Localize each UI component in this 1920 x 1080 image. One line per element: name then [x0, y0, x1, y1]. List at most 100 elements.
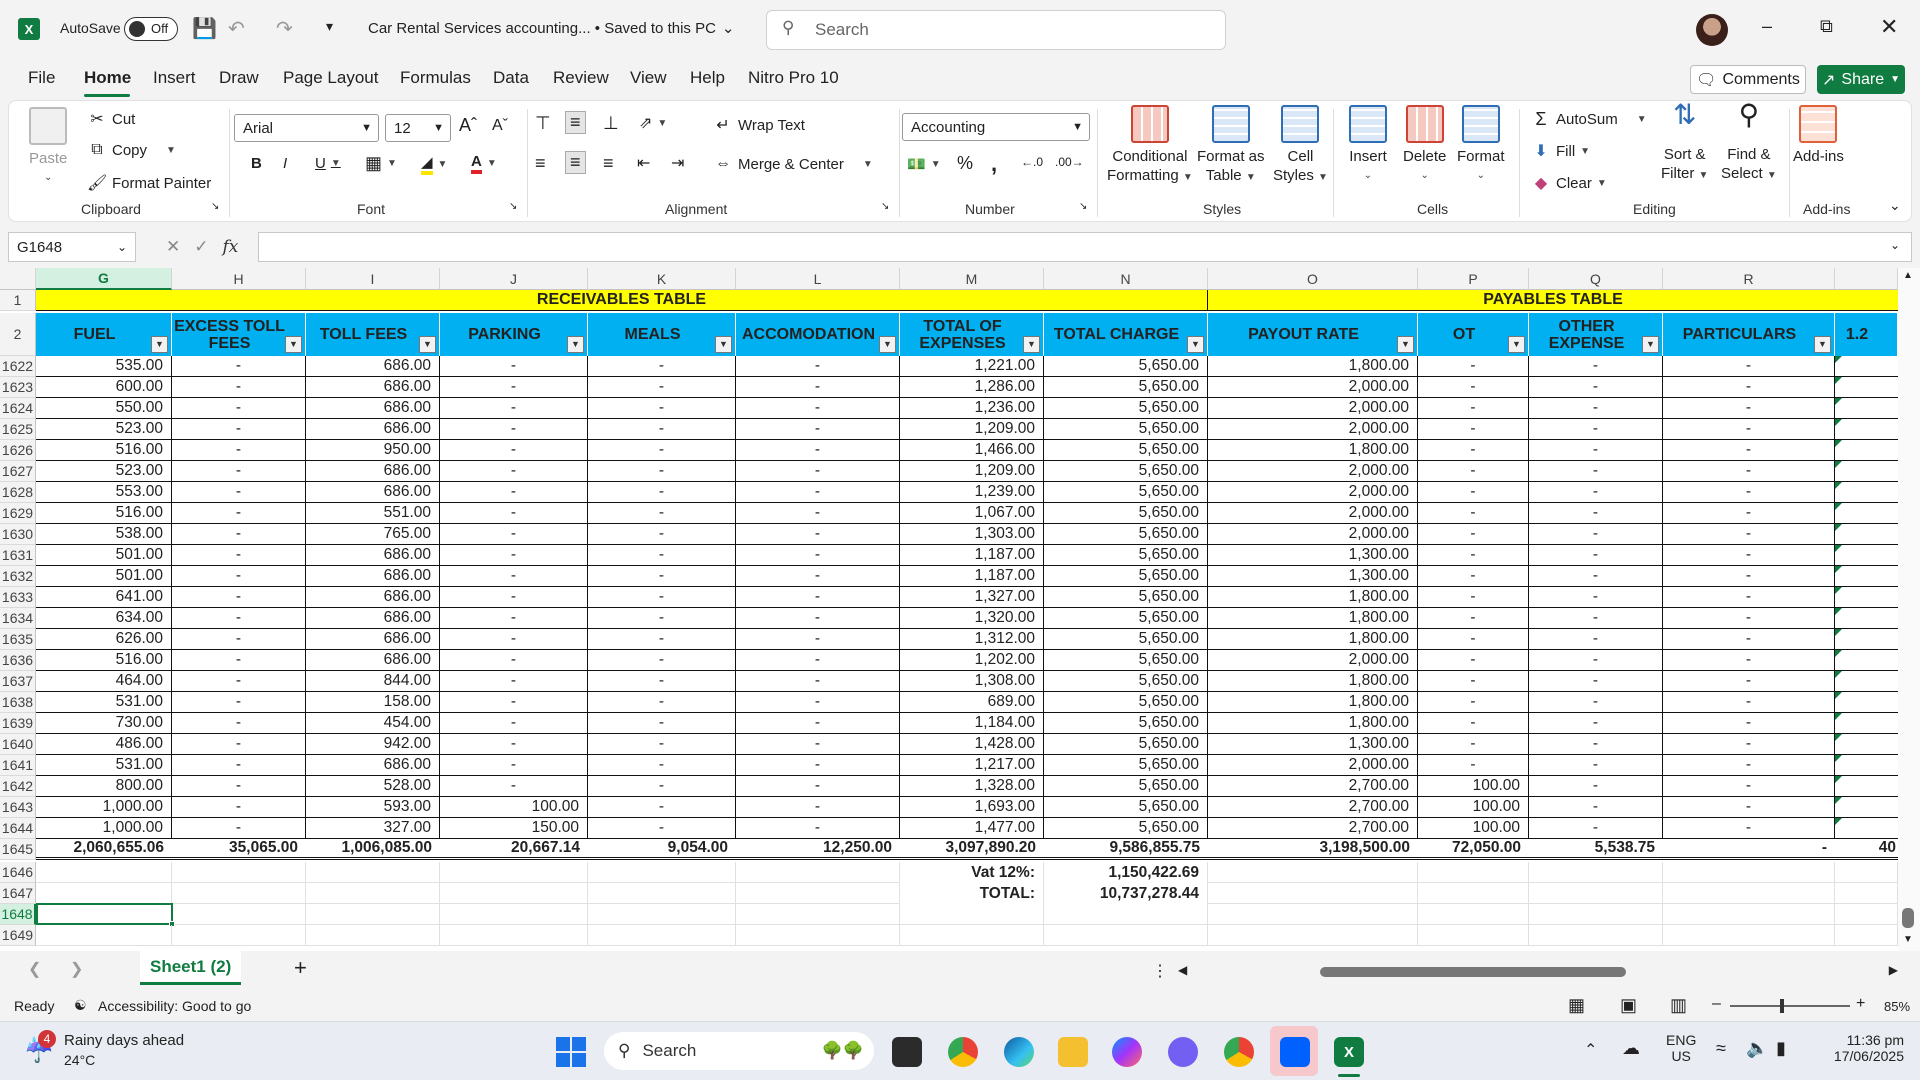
row-header[interactable]: 1635	[0, 629, 36, 650]
table-cell[interactable]	[1835, 797, 1898, 818]
table-cell[interactable]: 1,300.00	[1208, 545, 1418, 566]
table-cell[interactable]: -	[736, 482, 900, 503]
table-cell[interactable]: -	[440, 503, 588, 524]
table-cell[interactable]: 1,000.00	[36, 818, 172, 839]
table-cell[interactable]: 1,286.00	[900, 377, 1044, 398]
zoom-in-icon[interactable]: +	[1856, 995, 1865, 1013]
table-cell[interactable]: -	[588, 776, 736, 797]
table-cell[interactable]: -	[736, 797, 900, 818]
table-cell[interactable]: 501.00	[36, 545, 172, 566]
empty-cell[interactable]	[1208, 904, 1418, 925]
empty-cell[interactable]	[306, 883, 440, 904]
table-cell[interactable]: -	[172, 419, 306, 440]
total-cell[interactable]: 3,198,500.00	[1208, 839, 1418, 860]
table-cell[interactable]	[1835, 608, 1898, 629]
total-cell[interactable]: 9,586,855.75	[1044, 839, 1208, 860]
table-cell[interactable]: 1,300.00	[1208, 566, 1418, 587]
edge-icon[interactable]	[1004, 1037, 1034, 1067]
total-cell[interactable]: 9,054.00	[588, 839, 736, 860]
table-cell[interactable]: -	[1663, 734, 1835, 755]
table-cell[interactable]: 730.00	[36, 713, 172, 734]
table-cell[interactable]	[1835, 713, 1898, 734]
copy-button[interactable]: ⧉ Copy ▼	[87, 141, 176, 159]
table-cell[interactable]: 5,650.00	[1044, 629, 1208, 650]
table-cell[interactable]: -	[736, 734, 900, 755]
table-header-cell[interactable]: TOLL FEES ▼	[306, 313, 440, 356]
empty-cell[interactable]	[1663, 862, 1835, 883]
table-cell[interactable]: 1,320.00	[900, 608, 1044, 629]
empty-cell[interactable]	[1208, 925, 1418, 946]
table-cell[interactable]: -	[736, 671, 900, 692]
volume-icon[interactable]: 🔈	[1746, 1038, 1768, 1059]
more-options-icon[interactable]: ⋮	[1152, 961, 1168, 981]
empty-cell[interactable]	[1663, 883, 1835, 904]
total-cell[interactable]: 40	[1835, 839, 1898, 860]
decrease-indent-icon[interactable]: ⇤	[637, 153, 650, 173]
next-sheet-icon[interactable]: ❯	[70, 959, 83, 979]
format-as-table-button[interactable]: Format as Table ▼	[1197, 105, 1265, 187]
clock[interactable]: 11:36 pm 17/06/2025	[1812, 1032, 1904, 1064]
table-cell[interactable]: -	[1418, 440, 1529, 461]
table-cell[interactable]: -	[1418, 461, 1529, 482]
table-cell[interactable]: -	[1418, 524, 1529, 545]
empty-cell[interactable]	[1529, 883, 1663, 904]
viber-icon[interactable]	[1168, 1037, 1198, 1067]
row-header[interactable]: 1622	[0, 356, 36, 377]
table-cell[interactable]: -	[1663, 545, 1835, 566]
align-middle-icon[interactable]: ≡	[565, 111, 586, 134]
row-header[interactable]: 1643	[0, 797, 36, 818]
table-cell[interactable]: 5,650.00	[1044, 608, 1208, 629]
table-cell[interactable]: -	[1663, 377, 1835, 398]
table-cell[interactable]: 686.00	[306, 419, 440, 440]
table-cell[interactable]: 100.00	[1418, 818, 1529, 839]
table-cell[interactable]: 634.00	[36, 608, 172, 629]
empty-cell[interactable]	[306, 925, 440, 946]
table-cell[interactable]: 100.00	[1418, 797, 1529, 818]
table-cell[interactable]: 1,308.00	[900, 671, 1044, 692]
start-icon[interactable]	[556, 1037, 586, 1067]
table-cell[interactable]: -	[440, 734, 588, 755]
table-cell[interactable]: -	[736, 776, 900, 797]
table-header-cell[interactable]: EXCESS TOLL FEES ▼	[172, 313, 306, 356]
table-cell[interactable]: 2,700.00	[1208, 818, 1418, 839]
table-cell[interactable]: -	[1418, 545, 1529, 566]
table-cell[interactable]: 1,217.00	[900, 755, 1044, 776]
row-header[interactable]: 1649	[0, 925, 36, 946]
empty-cell[interactable]	[36, 925, 172, 946]
scroll-thumb[interactable]	[1320, 967, 1626, 977]
messenger-icon[interactable]	[1112, 1037, 1142, 1067]
table-cell[interactable]: -	[1663, 692, 1835, 713]
row-header[interactable]: 1632	[0, 566, 36, 587]
table-cell[interactable]: -	[588, 734, 736, 755]
table-cell[interactable]: -	[440, 713, 588, 734]
save-icon[interactable]: 💾	[192, 16, 217, 41]
table-cell[interactable]: -	[440, 524, 588, 545]
table-cell[interactable]: 686.00	[306, 587, 440, 608]
table-cell[interactable]: -	[1529, 482, 1663, 503]
fill-color-icon[interactable]: ◢ ▼	[421, 153, 447, 175]
table-cell[interactable]	[1835, 461, 1898, 482]
tab-file[interactable]: File	[28, 68, 55, 88]
table-cell[interactable]: 686.00	[306, 377, 440, 398]
table-cell[interactable]: -	[440, 440, 588, 461]
table-cell[interactable]: -	[736, 587, 900, 608]
close-icon[interactable]: ✕	[1880, 14, 1898, 40]
table-cell[interactable]	[1835, 692, 1898, 713]
table-cell[interactable]: 1,300.00	[1208, 734, 1418, 755]
table-cell[interactable]: 1,209.00	[900, 461, 1044, 482]
table-cell[interactable]: 5,650.00	[1044, 377, 1208, 398]
column-header-h[interactable]: H	[172, 268, 306, 290]
table-cell[interactable]: 538.00	[36, 524, 172, 545]
row-header[interactable]: 1640	[0, 734, 36, 755]
filter-dropdown-icon[interactable]: ▼	[151, 336, 168, 353]
table-cell[interactable]: -	[172, 776, 306, 797]
table-cell[interactable]: -	[588, 692, 736, 713]
file-explorer-icon[interactable]	[1058, 1037, 1088, 1067]
table-cell[interactable]: 523.00	[36, 419, 172, 440]
table-cell[interactable]: 686.00	[306, 608, 440, 629]
table-cell[interactable]: -	[588, 419, 736, 440]
filter-dropdown-icon[interactable]: ▼	[1187, 336, 1204, 353]
table-cell[interactable]: 5,650.00	[1044, 545, 1208, 566]
minimize-icon[interactable]: –	[1762, 16, 1772, 37]
table-cell[interactable]: -	[1529, 692, 1663, 713]
